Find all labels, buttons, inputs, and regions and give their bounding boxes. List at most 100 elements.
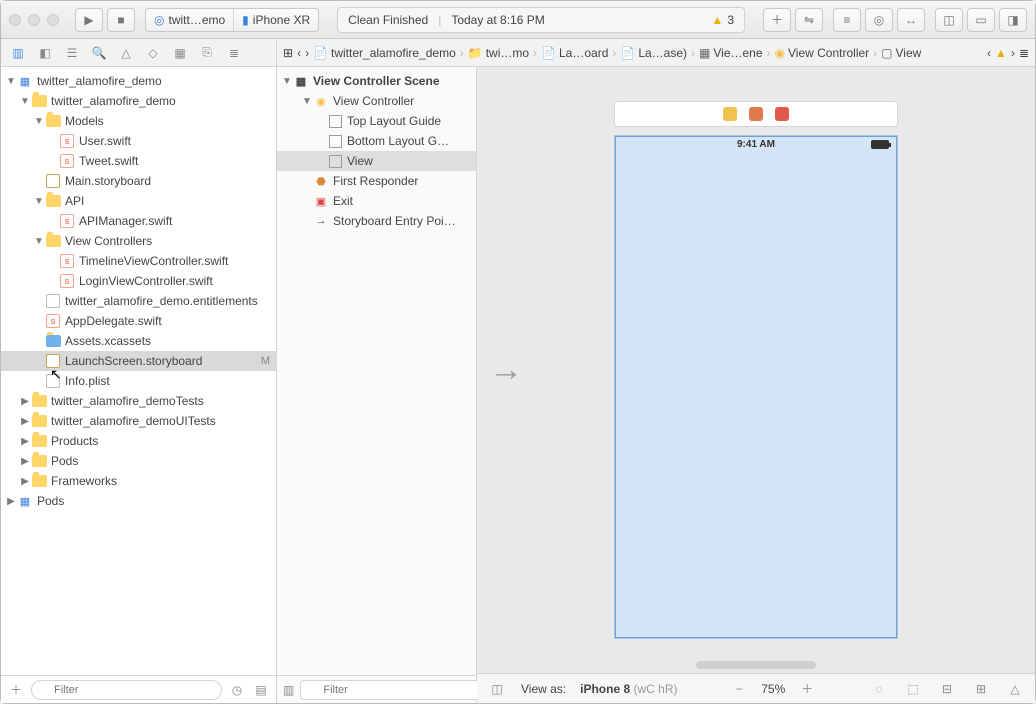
resolve-icon[interactable]: △ [1005,679,1025,699]
outline-toggle-icon[interactable]: ▥ [283,681,294,699]
vc-icon[interactable] [723,107,737,121]
align-icon[interactable]: ⊟ [937,679,957,699]
breadcrumb[interactable]: ▢ View [881,46,921,60]
outline-item[interactable]: Bottom Layout G… [277,131,476,151]
update-frames-icon[interactable]: ◌ [869,679,889,699]
report-navigator-tab[interactable]: ≣ [225,44,243,62]
issue-navigator-tab[interactable]: △ [117,44,135,62]
zoom-level[interactable]: 75% [761,682,785,696]
tree-row-file[interactable]: Assets.xcassets [1,331,276,351]
outline-viewcontroller[interactable]: ▼◉View Controller [277,91,476,111]
toggle-outline-icon[interactable]: ◫ [487,679,507,699]
outline-exit[interactable]: ▣Exit [277,191,476,211]
issues-indicator[interactable]: ▲3 [711,13,734,27]
tree-row-group[interactable]: ▶twitter_alamofire_demoUITests [1,411,276,431]
scm-filter-icon[interactable]: ▤ [252,681,270,699]
tree-row-group[interactable]: ▶Pods [1,451,276,471]
outline-scene[interactable]: ▼▦View Controller Scene [277,71,476,91]
tree-row-group[interactable]: ▼Models [1,111,276,131]
tree-row-group[interactable]: ▶Frameworks [1,471,276,491]
minimize-window-icon[interactable] [28,14,40,26]
breadcrumb[interactable]: 📁 twi…mo [468,46,529,60]
assistant-editor-button[interactable]: ◎ [865,8,893,32]
breakpoint-navigator-tab[interactable]: ⎘ [198,44,216,62]
standard-editor-button[interactable]: ≡ [833,8,861,32]
scheme-selector[interactable]: ◎twitt…emo ▮iPhone XR [145,8,319,32]
canvas-scrollbar[interactable] [696,661,816,669]
warning-icon[interactable]: ▲ [995,46,1007,60]
symbol-navigator-tab[interactable]: ☰ [63,44,81,62]
breadcrumb[interactable]: 📄 La…ase) [620,46,687,60]
version-editor-button[interactable]: ↔ [897,8,925,32]
tree-row-project[interactable]: ▼▦twitter_alamofire_demo [1,71,276,91]
find-navigator-tab[interactable]: 🔍 [90,44,108,62]
breadcrumb[interactable]: ◉ View Controller [775,46,870,60]
tree-row-file[interactable]: Main.storyboard [1,171,276,191]
tree-row-file[interactable]: sUser.swift [1,131,276,151]
tree-row-file[interactable]: sAppDelegate.swift [1,311,276,331]
toggle-navigator-button[interactable]: ◫ [935,8,963,32]
jump-forward-icon[interactable]: › [1011,46,1015,60]
breadcrumb[interactable]: 📄 twitter_alamofire_demo [313,46,456,60]
scene-dock[interactable] [614,101,898,127]
breadcrumb[interactable]: ▦ Vie…ene [699,46,763,60]
exit-icon[interactable] [775,107,789,121]
activity-status: Clean Finished | Today at 8:16 PM ▲3 [337,7,745,33]
recent-filter-icon[interactable]: ◷ [228,681,246,699]
traffic-lights [9,14,59,26]
debug-navigator-tab[interactable]: ▦ [171,44,189,62]
jump-back-icon[interactable]: ‹ [987,46,991,60]
tree-row-file[interactable]: sTimelineViewController.swift [1,251,276,271]
outline-item-selected[interactable]: View [277,151,476,171]
forward-button[interactable]: › [305,46,309,60]
warning-icon: ▲ [711,13,723,27]
canvas-viewport[interactable]: → 9:41 AM [477,67,1035,673]
tree-row-file[interactable]: sTweet.swift [1,151,276,171]
tree-row-file[interactable]: twitter_alamofire_demo.entitlements [1,291,276,311]
scheme-device-label: iPhone XR [253,13,310,27]
code-review-button[interactable]: ⇋ [795,8,823,32]
back-button[interactable]: ‹ [297,46,301,60]
library-button[interactable]: ＋ [763,8,791,32]
file-tree[interactable]: ▼▦twitter_alamofire_demo ▼twitter_alamof… [1,67,276,675]
outline-entry-point[interactable]: →Storyboard Entry Poi… [277,211,476,231]
tree-row-file-selected[interactable]: LaunchScreen.storyboardM [1,351,276,371]
tree-row-group[interactable]: ▼View Controllers [1,231,276,251]
document-outline: ▼▦View Controller Scene ▼◉View Controlle… [277,67,477,703]
breadcrumb[interactable]: 📄 La…oard [541,46,608,60]
toggle-inspector-button[interactable]: ◨ [999,8,1027,32]
navigator-filter-input[interactable] [31,680,222,700]
tree-row-project[interactable]: ▶▦Pods [1,491,276,511]
embed-icon[interactable]: ⬚ [903,679,923,699]
tree-row-group[interactable]: ▼API [1,191,276,211]
tree-row-file[interactable]: sLoginViewController.swift [1,271,276,291]
stop-button[interactable]: ■ [107,8,135,32]
close-window-icon[interactable] [9,14,21,26]
view-as-device[interactable]: iPhone 8 (wC hR) [580,682,677,696]
first-responder-icon[interactable] [749,107,763,121]
outline-tree[interactable]: ▼▦View Controller Scene ▼◉View Controlle… [277,67,476,675]
tree-row-file[interactable]: Info.plist [1,371,276,391]
outline-filter-input[interactable] [300,680,486,700]
run-button[interactable]: ▶ [75,8,103,32]
jump-bar: ▥ ◧ ☰ 🔍 △ ◇ ▦ ⎘ ≣ ⊞ ‹ › 📄 twitter_alamof… [1,39,1035,67]
test-navigator-tab[interactable]: ◇ [144,44,162,62]
related-items-button[interactable]: ⊞ [283,46,293,60]
add-button[interactable]: ＋ [7,681,25,699]
outline-item[interactable]: Top Layout Guide [277,111,476,131]
zoom-in-button[interactable]: ＋ [797,679,817,699]
tree-row-group[interactable]: ▶twitter_alamofire_demoTests [1,391,276,411]
tree-row-group[interactable]: ▶Products [1,431,276,451]
zoom-out-button[interactable]: − [729,679,749,699]
zoom-window-icon[interactable] [47,14,59,26]
device-preview[interactable]: 9:41 AM [614,135,898,639]
pin-icon[interactable]: ⊞ [971,679,991,699]
tree-row-file[interactable]: sAPIManager.swift [1,211,276,231]
tree-row-group[interactable]: ▼twitter_alamofire_demo [1,91,276,111]
project-navigator-tab[interactable]: ▥ [9,44,27,62]
toggle-debug-button[interactable]: ▭ [967,8,995,32]
adjust-editor-icon[interactable]: ≣ [1019,46,1029,60]
source-control-navigator-tab[interactable]: ◧ [36,44,54,62]
entry-arrow-icon: → [489,351,523,390]
outline-first-responder[interactable]: ⬣First Responder [277,171,476,191]
